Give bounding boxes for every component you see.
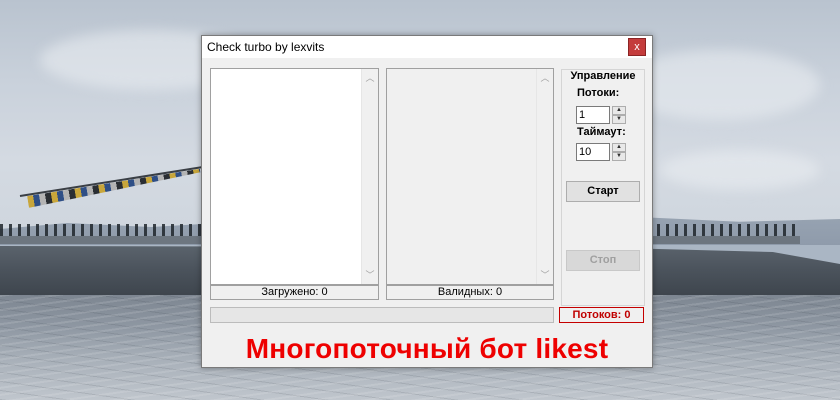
timeout-stepper[interactable]: 10 ▲ ▼ — [576, 143, 627, 161]
threads-input[interactable]: 1 — [576, 106, 610, 124]
valid-count-label: Валидных: 0 — [386, 285, 554, 300]
timeout-input[interactable]: 10 — [576, 143, 610, 161]
promo-banner: Многопоточный бот likest — [245, 333, 609, 364]
loaded-count-label: Загружено: 0 — [210, 285, 379, 300]
scroll-up-icon[interactable]: ︿ — [537, 70, 553, 86]
loaded-list-scrollbar[interactable]: ︿ ﹀ — [361, 69, 378, 284]
app-window: Check turbo by lexvits x ︿ ﹀ Загружено: … — [201, 35, 653, 368]
window-title: Check turbo by lexvits — [207, 40, 325, 54]
timeout-label: Таймаут: — [577, 126, 626, 138]
increment-icon[interactable]: ▲ — [612, 106, 626, 115]
progress-bar — [210, 307, 554, 323]
scroll-up-icon[interactable]: ︿ — [362, 70, 378, 86]
threads-stepper[interactable]: 1 ▲ ▼ — [576, 106, 627, 124]
threads-label: Потоки: — [577, 87, 620, 99]
scroll-down-icon[interactable]: ﹀ — [362, 267, 378, 283]
cloud — [660, 150, 820, 190]
title-bar[interactable]: Check turbo by lexvits x — [202, 36, 652, 58]
scroll-down-icon[interactable]: ﹀ — [537, 267, 553, 283]
loaded-list[interactable]: ︿ ﹀ — [210, 68, 379, 285]
decrement-icon[interactable]: ▼ — [612, 152, 626, 161]
control-group: Управление Потоки: 1 ▲ ▼ Таймаут: 10 ▲ ▼… — [561, 69, 645, 306]
close-icon[interactable]: x — [628, 38, 646, 56]
decrement-icon[interactable]: ▼ — [612, 115, 626, 124]
threads-stepper-buttons: ▲ ▼ — [612, 106, 626, 124]
control-group-title: Управление — [570, 70, 636, 82]
stop-button[interactable]: Стоп — [566, 250, 640, 271]
increment-icon[interactable]: ▲ — [612, 143, 626, 152]
start-button[interactable]: Старт — [566, 181, 640, 202]
timeout-stepper-buttons: ▲ ▼ — [612, 143, 626, 161]
valid-list-scrollbar[interactable]: ︿ ﹀ — [536, 69, 553, 284]
valid-list[interactable]: ︿ ﹀ — [386, 68, 554, 285]
threads-count-badge: Потоков: 0 — [559, 307, 644, 323]
